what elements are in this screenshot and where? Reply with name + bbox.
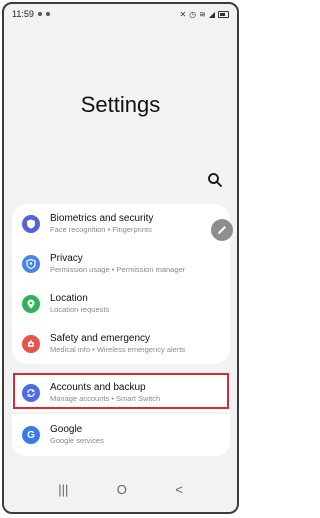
page-title: Settings [80,92,161,117]
status-bar: 11:59 ✕ ◷ ≋ ◢ [4,4,237,24]
settings-item-biometrics[interactable]: Biometrics and security Face recognition… [12,204,230,244]
settings-item-title: Google [50,424,83,435]
pencil-icon [218,226,226,234]
google-card: G Google Google services [12,414,230,456]
status-time: 11:59 [12,9,34,19]
navigation-bar: ||| O < [4,474,237,504]
location-icon [22,295,40,313]
phone-frame: 11:59 ✕ ◷ ≋ ◢ Settings Biometrics and se… [2,2,239,514]
recents-button[interactable]: ||| [58,482,68,497]
settings-item-privacy[interactable]: Privacy Permission usage • Permission ma… [12,244,230,284]
settings-item-safety[interactable]: Safety and emergency Medical info • Wire… [12,324,230,364]
privacy-icon [22,255,40,273]
settings-item-subtitle: Google services [50,436,104,445]
settings-item-title: Biometrics and security [50,213,154,224]
battery-icon [218,10,229,18]
settings-item-location[interactable]: Location Location requests [12,284,230,324]
settings-item-subtitle: Permission usage • Permission manager [50,265,186,274]
emergency-icon [22,335,40,353]
notification-icon [37,12,42,16]
signal-icon: ◢ [208,9,215,19]
settings-item-title: Safety and emergency [50,333,151,344]
settings-card: Biometrics and security Face recognition… [12,204,230,364]
back-button[interactable]: < [175,482,183,497]
home-button[interactable]: O [117,482,127,497]
settings-item-subtitle: Medical info • Wireless emergency alerts [50,345,186,354]
shield-icon [22,215,40,233]
settings-item-google[interactable]: G Google Google services [12,414,230,456]
settings-item-subtitle: Face recognition • Fingerprints [50,225,152,234]
highlight-box [13,373,229,409]
notification-icon [45,12,50,16]
settings-item-title: Location [50,293,88,304]
mute-icon: ✕ [179,9,187,19]
wifi-icon: ≋ [199,9,206,19]
settings-item-subtitle: Location requests [50,305,110,314]
google-icon: G [22,426,40,444]
search-icon[interactable] [207,172,223,188]
edit-button[interactable] [211,219,233,241]
alarm-icon: ◷ [189,9,197,19]
settings-item-title: Privacy [50,253,83,264]
